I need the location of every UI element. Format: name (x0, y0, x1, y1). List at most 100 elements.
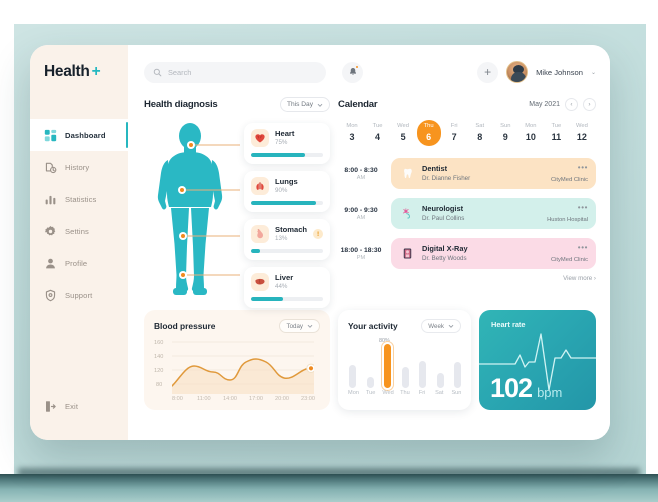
appointment-menu-button[interactable]: ••• (551, 244, 588, 252)
appointment-meta: ••• CityMed Clinic (550, 164, 588, 184)
bp-ytick-160: 160 (154, 340, 164, 346)
calendar-day-name: Mon (346, 123, 358, 129)
calendar-day[interactable]: Mon 10 (519, 120, 543, 146)
calendar-day[interactable]: Wed 12 (570, 120, 594, 146)
sidebar-item-profile[interactable]: Profile (30, 247, 128, 279)
activity-bar-sun[interactable] (454, 362, 461, 388)
appointment-title: Dentist (422, 164, 448, 174)
calendar-header: Calendar May 2021 ‹ › (330, 98, 596, 111)
sidebar-item-exit[interactable]: Exit (30, 390, 128, 422)
appointment-time: 8:00 - 8:30 AM (338, 167, 384, 181)
calendar-prev-button[interactable]: ‹ (565, 98, 578, 111)
organ-card-heart[interactable]: Heart 75% (244, 123, 330, 164)
heart-organ-icon (251, 129, 269, 147)
bp-xtick-4: 20:00 (275, 396, 289, 402)
sidebar-item-statistics[interactable]: Statistics (30, 183, 128, 215)
calendar-day-name: Thu (423, 123, 434, 129)
appointment-doctor: Dr. Dianne Fisher (422, 175, 471, 182)
appointment-clinic: CityMed Clinic (550, 177, 588, 183)
organ-progress-bar (251, 153, 323, 157)
calendar-day[interactable]: Sat 8 (468, 120, 492, 146)
calendar-day-selected[interactable]: Thu 6 (416, 120, 441, 146)
activity-bar-thu[interactable] (401, 367, 409, 388)
section-headers: Health diagnosis This Day Calendar May 2… (144, 97, 596, 112)
organ-card-lungs[interactable]: Lungs 90% (244, 171, 330, 212)
search-box[interactable] (144, 61, 326, 83)
logout-icon (44, 400, 57, 413)
calendar-day-name: Mon (525, 123, 537, 129)
calendar-day-number: 3 (349, 132, 355, 142)
calendar-day[interactable]: Mon 3 (340, 120, 364, 146)
page-title: Health diagnosis (144, 99, 218, 110)
organ-percent: 75% (275, 139, 288, 147)
blood-pressure-filter-dropdown[interactable]: Today (279, 319, 320, 333)
heart-rate-unit: bpm (537, 385, 563, 400)
calendar-day[interactable]: Tue 4 (366, 120, 390, 146)
avatar[interactable] (506, 61, 529, 83)
xray-icon (399, 246, 415, 262)
appointment-card-dentist[interactable]: Dentist Dr. Dianne Fisher ••• CityMed Cl… (391, 158, 596, 189)
blood-pressure-widget: Blood pressure Today 160 140 120 80 8:00… (144, 310, 330, 410)
widgets-row: Blood pressure Today 160 140 120 80 8:00… (144, 310, 596, 410)
appointment-card-xray[interactable]: Digital X-Ray Dr. Betty Woods ••• CityMe… (391, 238, 596, 269)
appointment-menu-button[interactable]: ••• (551, 164, 588, 172)
sidebar-item-history[interactable]: History (30, 151, 128, 183)
organ-card-text: Lungs 90% (275, 177, 298, 194)
appointment-meridiem: AM (356, 174, 366, 181)
app-logo-plus: + (91, 63, 101, 80)
chevron-down-icon[interactable]: ⌄ (591, 69, 596, 76)
bp-xtick-0: 8:00 (172, 396, 183, 402)
add-button[interactable]: + (477, 61, 499, 83)
activity-day-label: Fri (418, 390, 426, 396)
appointment-meridiem: PM (356, 254, 366, 261)
sidebar-item-support[interactable]: Support (30, 279, 128, 311)
organ-card-text: Liver 44% (275, 273, 293, 290)
calendar-panel: Mon 3 Tue 4 Wed 5 Thu 6 Fri 7 Sat 8 Sun … (330, 120, 596, 300)
sidebar-item-label: Support (65, 290, 93, 300)
organ-card-liver[interactable]: Liver 44% (244, 267, 330, 308)
organ-card-stomach[interactable]: Stomach 13% ! (244, 219, 330, 260)
bp-xtick-5: 23:00 (301, 396, 315, 402)
activity-bar-fri[interactable] (419, 361, 426, 388)
activity-widget: Your activity Week 80% Mon Tue Wed Thu F… (338, 310, 471, 410)
app-logo: Health + (30, 45, 128, 81)
calendar-title: Calendar (338, 99, 378, 110)
view-more-link[interactable]: View more › (338, 275, 596, 282)
calendar-day[interactable]: Sun 9 (493, 120, 517, 146)
calendar-day[interactable]: Tue 11 (544, 120, 568, 146)
calendar-day-number: 5 (400, 132, 406, 142)
appointment-row: 8:00 - 8:30 AM Dentist Dr. Dianne Fisher… (338, 158, 596, 189)
brain-nerve-icon (399, 206, 415, 222)
appointment-row: 18:00 - 18:30 PM Digital X-Ray Dr. Betty… (338, 238, 596, 269)
calendar-day[interactable]: Fri 7 (442, 120, 466, 146)
search-input[interactable] (168, 67, 317, 77)
activity-title: Your activity (348, 321, 398, 331)
heart-rate-value: 102 (490, 373, 533, 403)
bp-ytick-140: 140 (154, 354, 164, 360)
diagnosis-filter-dropdown[interactable]: This Day (279, 97, 330, 112)
notifications-button[interactable] (342, 61, 363, 83)
activity-bar-tue[interactable] (366, 377, 374, 388)
page-background-bottom (0, 474, 658, 502)
heart-rate-reading: 102 bpm (490, 375, 562, 402)
appointment-doctor: Dr. Paul Collins (422, 215, 465, 222)
activity-bar-wed[interactable] (384, 344, 391, 388)
appointment-time-range: 9:00 - 9:30 (344, 206, 378, 214)
user-icon (44, 257, 57, 270)
activity-bar-sat[interactable] (436, 373, 444, 388)
appointment-menu-button[interactable]: ••• (547, 204, 588, 212)
sidebar-item-settings[interactable]: Settins (30, 215, 128, 247)
calendar-next-button[interactable]: › (583, 98, 596, 111)
screenshot-stage: Health + Dashboard History Statistics Se… (0, 0, 658, 502)
activity-filter-dropdown[interactable]: Week (421, 319, 461, 333)
grid-icon (44, 129, 57, 142)
activity-day-label: Wed (382, 390, 394, 396)
calendar-day-name: Sun (500, 123, 511, 129)
activity-day-label: Tue (365, 390, 376, 396)
sidebar-item-dashboard[interactable]: Dashboard (30, 119, 128, 151)
activity-bar-mon[interactable] (349, 365, 356, 388)
appointment-card-neurologist[interactable]: Neurologist Dr. Paul Collins ••• Huston … (391, 198, 596, 229)
activity-bars (349, 344, 461, 388)
calendar-day[interactable]: Wed 5 (391, 120, 415, 146)
status-badge[interactable]: ! (313, 229, 323, 239)
